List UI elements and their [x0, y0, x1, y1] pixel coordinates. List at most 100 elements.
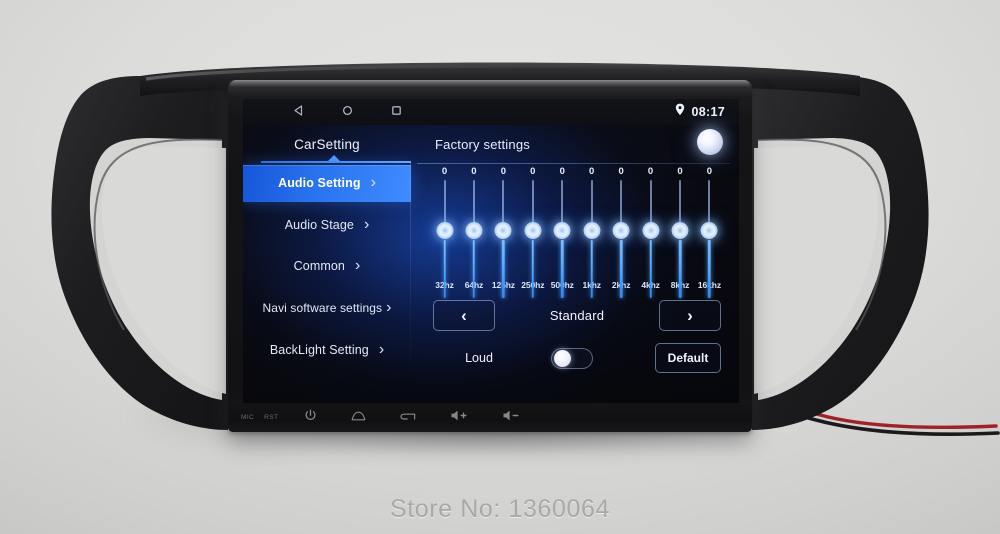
power-icon[interactable] [304, 409, 317, 427]
eq-slider-thumb[interactable] [553, 222, 571, 239]
eq-track-upper [649, 180, 652, 228]
eq-slider-thumb[interactable] [671, 222, 689, 239]
eq-slider-thumb[interactable] [524, 222, 542, 239]
sidebar-item-backlight-setting[interactable]: BackLight Setting › [243, 331, 411, 368]
eq-band-track[interactable] [608, 178, 635, 298]
home-icon[interactable] [351, 409, 366, 427]
android-status-bar: 08:17 [243, 99, 739, 125]
eq-band[interactable]: 0 64hz [460, 165, 487, 298]
product-photo-scene: 08:17 CarSetting Factory settings Audio … [0, 0, 1000, 534]
carsetting-tab[interactable]: CarSetting [243, 125, 411, 163]
eq-track-lower [649, 240, 652, 298]
eq-band[interactable]: 0 2khz [608, 165, 635, 298]
eq-band-track[interactable] [667, 178, 694, 298]
sidebar-item-audio-setting[interactable]: Audio Setting › [243, 165, 411, 202]
back-triangle-icon[interactable] [293, 103, 304, 121]
eq-band-value: 0 [559, 166, 565, 177]
eq-band[interactable]: 0 500hz [549, 165, 576, 298]
eq-band[interactable]: 0 1khz [578, 165, 605, 298]
chevron-right-icon: › [386, 299, 392, 317]
screen-content: 08:17 CarSetting Factory settings Audio … [243, 99, 739, 403]
eq-band-track[interactable] [549, 178, 576, 298]
eq-band-track[interactable] [431, 178, 458, 298]
loud-label: Loud [465, 351, 493, 365]
eq-track-lower [443, 240, 446, 298]
carsetting-title: CarSetting [294, 136, 360, 152]
preset-prev-button[interactable]: ‹ [433, 300, 495, 331]
mic-label: MIC [241, 414, 255, 421]
sidebar-item-navi-software-settings[interactable]: Navi software settings › [243, 290, 411, 327]
eq-track-upper [590, 180, 593, 228]
unit-top-sheen [230, 80, 750, 87]
preset-next-button[interactable]: › [659, 300, 721, 331]
eq-track-upper [620, 180, 623, 228]
eq-band-value: 0 [441, 166, 448, 177]
carsetting-caret-icon [328, 155, 340, 161]
eq-band[interactable]: 0 16khz [696, 165, 723, 298]
sidebar-item-audio-stage[interactable]: Audio Stage › [243, 207, 411, 244]
eq-track-lower [619, 240, 623, 298]
eq-band[interactable]: 0 4khz [637, 165, 664, 298]
chevron-right-icon: › [363, 215, 370, 233]
lcd-screen[interactable]: 08:17 CarSetting Factory settings Audio … [243, 99, 739, 403]
eq-slider-thumb[interactable] [642, 222, 660, 239]
eq-band-track[interactable] [637, 178, 664, 298]
hardware-button-strip: MIC RST [228, 403, 752, 432]
eq-track-lower [590, 240, 593, 298]
factory-settings-title: Factory settings [435, 136, 530, 152]
sidebar-item-label: Common [293, 259, 345, 274]
rst-label: RST [264, 414, 279, 421]
preset-name: Standard [549, 308, 605, 323]
eq-band-value: 0 [589, 166, 595, 177]
eq-slider-thumb[interactable] [583, 222, 601, 239]
eq-band-track[interactable] [696, 178, 723, 298]
eq-track-lower [531, 240, 535, 298]
loud-row: Loud Default [427, 343, 727, 373]
eq-track-upper [531, 180, 534, 228]
volume-down-icon[interactable] [502, 409, 520, 427]
default-button[interactable]: Default [655, 343, 721, 373]
eq-band-track[interactable] [578, 178, 605, 298]
status-clock: 08:17 [691, 105, 725, 119]
eq-slider-thumb[interactable] [436, 222, 453, 239]
eq-track-upper [679, 180, 681, 228]
preset-selector-row: ‹ Standard › [427, 300, 727, 331]
eq-track-lower [561, 240, 564, 298]
eq-band-value: 0 [500, 166, 507, 177]
eq-slider-thumb[interactable] [700, 222, 718, 239]
eq-band-value: 0 [677, 166, 683, 177]
loud-toggle-knob [553, 350, 571, 367]
sidebar-item-label: BackLight Setting [269, 342, 369, 357]
screen-body: Audio Setting › Audio Stage › Common › N… [243, 163, 739, 373]
recents-square-icon[interactable] [391, 103, 402, 121]
eq-band-value: 0 [471, 166, 477, 177]
eq-band[interactable]: 0 250hz [519, 165, 546, 298]
indicator-dot-icon [697, 129, 723, 155]
eq-band-track[interactable] [519, 178, 546, 298]
screen-header: CarSetting Factory settings [243, 125, 739, 164]
back-arrow-icon[interactable] [400, 409, 416, 427]
location-pin-icon [675, 103, 685, 121]
eq-band-track[interactable] [490, 178, 517, 298]
eq-slider-thumb[interactable] [494, 222, 512, 239]
eq-slider-thumb[interactable] [465, 222, 483, 239]
eq-track-upper [708, 180, 711, 228]
volume-up-icon[interactable] [450, 409, 468, 427]
sidebar-item-label: Audio Stage [284, 217, 354, 232]
eq-band-value: 0 [618, 166, 624, 177]
chevron-right-icon: › [354, 257, 361, 275]
eq-band[interactable]: 0 8khz [667, 165, 694, 298]
equalizer-band-list: 0 32hz 0 [427, 165, 727, 298]
sidebar-item-common[interactable]: Common › [243, 248, 411, 285]
eq-track-lower [502, 240, 505, 298]
loud-toggle[interactable] [551, 347, 593, 369]
chevron-right-icon: › [370, 174, 376, 192]
eq-track-upper [502, 180, 505, 228]
home-circle-icon[interactable] [342, 103, 353, 121]
eq-band-track[interactable] [460, 178, 487, 298]
eq-band[interactable]: 0 125hz [490, 165, 517, 298]
store-watermark: Store No: 1360064 [389, 495, 611, 523]
eq-track-upper [561, 180, 564, 228]
eq-band[interactable]: 0 32hz [431, 165, 458, 298]
eq-slider-thumb[interactable] [612, 222, 630, 239]
